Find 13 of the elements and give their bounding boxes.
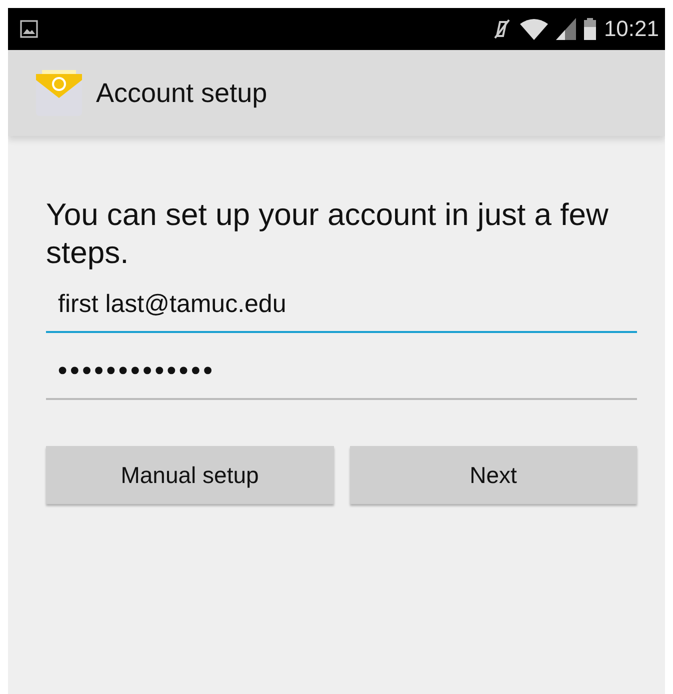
picture-notification-icon	[20, 20, 38, 38]
email-envelope-icon	[34, 70, 84, 116]
email-field[interactable]: first last@tamuc.edu	[46, 286, 637, 333]
vibrate-mute-icon	[492, 18, 512, 40]
battery-icon	[584, 18, 596, 40]
clock-time: 10:21	[604, 16, 659, 42]
screen-title: Account setup	[96, 78, 268, 108]
wifi-icon	[520, 18, 548, 40]
instruction-text: You can set up your account in just a few steps.	[46, 196, 610, 272]
password-field[interactable]: •••••••••••••	[46, 351, 637, 400]
manual-setup-button[interactable]: Manual setup	[46, 446, 334, 504]
next-button[interactable]: Next	[350, 446, 637, 504]
signal-icon	[556, 18, 576, 40]
